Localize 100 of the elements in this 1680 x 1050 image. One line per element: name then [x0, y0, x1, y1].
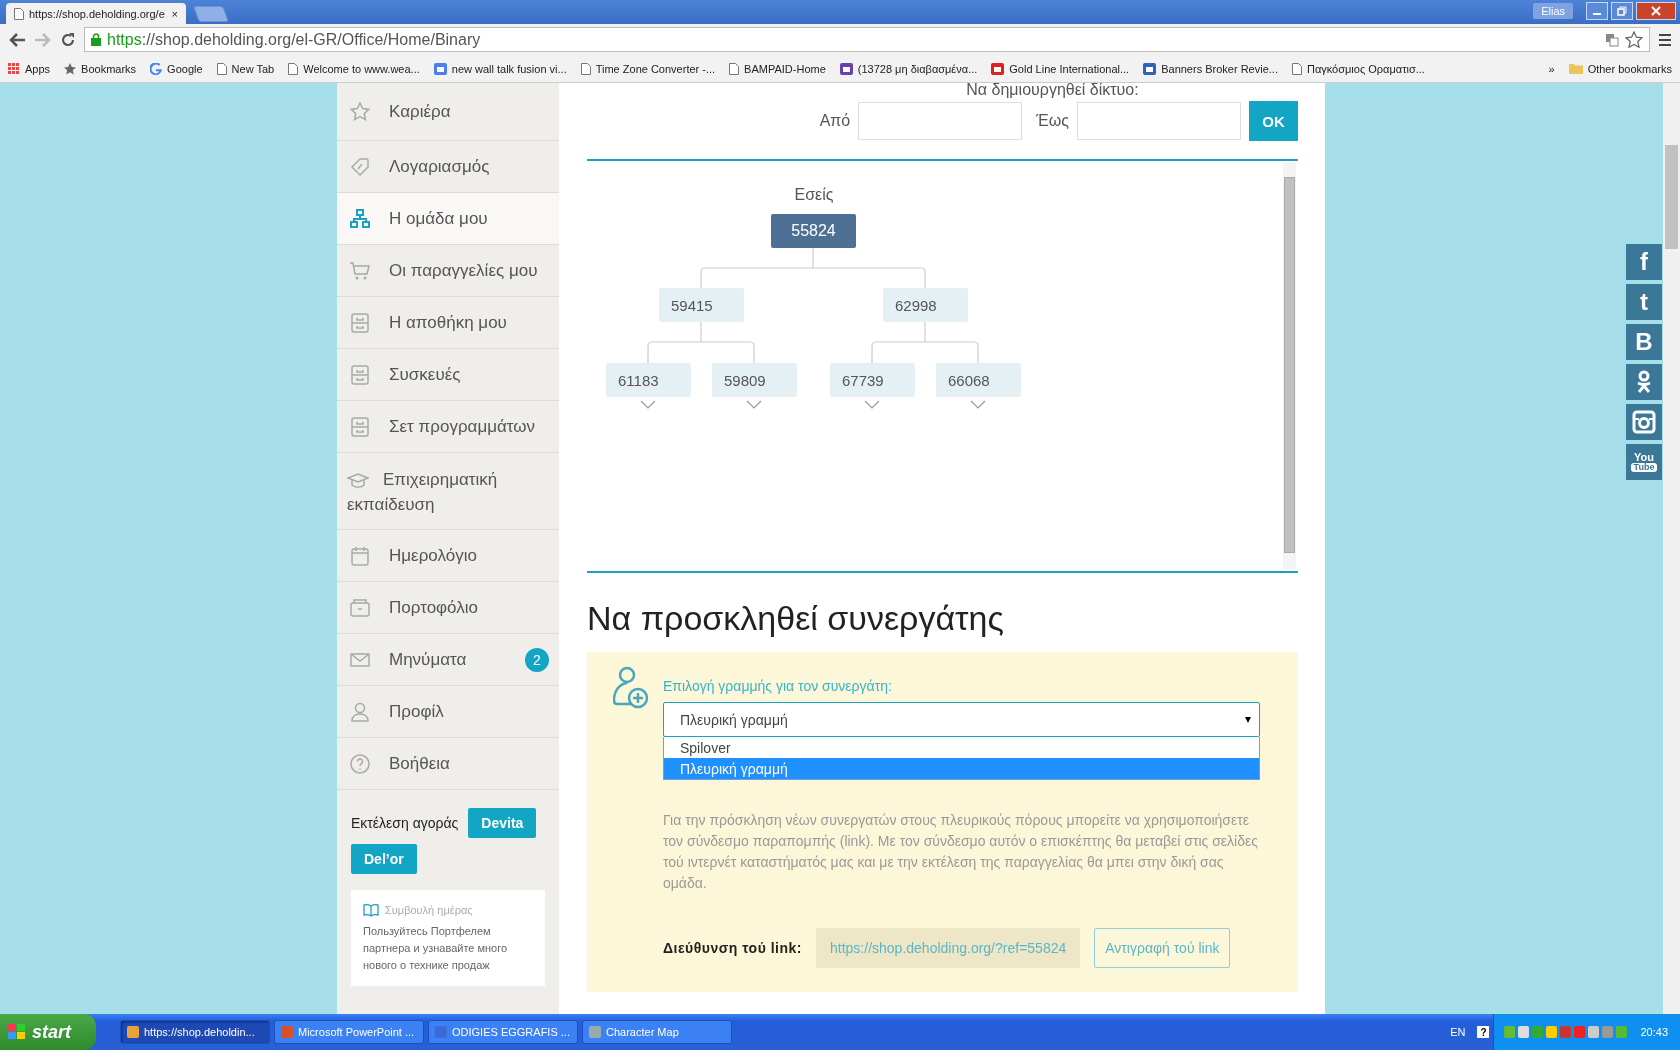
count-badge: 2	[525, 647, 549, 672]
bookmark-link[interactable]: BAMPAID-Home	[744, 62, 826, 75]
taskbar-button[interactable]: Character Map	[582, 1020, 732, 1044]
help-button[interactable]: ?	[1477, 1026, 1490, 1038]
line-select[interactable]: Πλευρική γραμμή	[663, 702, 1260, 737]
page-icon	[1291, 62, 1302, 75]
taskbar-button[interactable]: https://shop.deholdin...	[120, 1020, 270, 1044]
star-icon[interactable]	[1625, 31, 1643, 48]
bookmark-link[interactable]: Bookmarks	[81, 62, 137, 75]
bookmark-link[interactable]: New Tab	[231, 62, 275, 75]
social-button[interactable]: B	[1626, 324, 1662, 360]
translate-icon[interactable]	[1605, 32, 1619, 47]
bookmark-link[interactable]: Banners Broker Revie...	[1161, 62, 1278, 75]
camera-icon	[1632, 410, 1656, 434]
tag-icon	[349, 155, 371, 178]
page-icon	[216, 62, 227, 75]
tip-text: Пользуйтесь Портфелем партнера и узнавайте много нового о технике продаж	[363, 924, 509, 973]
app-icon	[127, 1026, 139, 1038]
drawer-icon	[349, 311, 371, 334]
purchase-label: Εκτέλεση αγοράς	[351, 815, 459, 831]
google-icon	[150, 62, 163, 75]
bookmark-link[interactable]: (13728 μη διαβασμένα...	[857, 62, 978, 75]
site-icon	[1143, 62, 1157, 75]
site-icon	[433, 62, 447, 75]
help-icon	[349, 752, 371, 775]
star-icon	[64, 62, 77, 75]
sidebar-item[interactable]: Μηνύματα 2	[337, 634, 559, 686]
minimize-icon[interactable]	[1586, 2, 1608, 20]
link-label: Διεύθυνση τού link:	[663, 940, 802, 956]
lock-icon	[91, 33, 101, 46]
back-icon[interactable]	[8, 31, 26, 48]
social-button[interactable]	[1626, 404, 1662, 440]
dropdown-option[interactable]: Spilover	[664, 737, 1259, 758]
taskbar-button[interactable]: ODIGIES EGGRAFIS ...	[428, 1020, 578, 1044]
tree-node[interactable]: 59415	[659, 288, 744, 322]
app-icon	[589, 1026, 601, 1038]
more-bookmarks-button[interactable]: »	[1548, 62, 1555, 75]
tab-close[interactable]: ×	[171, 7, 178, 20]
social-button[interactable]: t	[1626, 284, 1662, 320]
address-bar[interactable]: https://shop.deholding.org/el-GR/Office/Home/Binary	[84, 27, 1650, 52]
bookmark-link[interactable]: Time Zone Converter -...	[595, 62, 716, 75]
from-label: Από	[819, 112, 851, 130]
bookmark-link[interactable]: Google	[167, 62, 203, 75]
tree-node[interactable]: 66068	[936, 363, 1021, 397]
app-icon	[281, 1026, 293, 1038]
language-indicator[interactable]: EN	[1450, 1026, 1466, 1038]
taskbar-button[interactable]: Microsoft PowerPoint ...	[274, 1020, 424, 1044]
invite-heading: Να προσκληθεί συνεργάτης	[587, 599, 1005, 638]
drawer-icon	[349, 363, 371, 386]
chevron-down-icon[interactable]	[970, 400, 986, 409]
tree-node[interactable]: 67739	[830, 363, 915, 397]
person-icon	[349, 700, 371, 723]
social-button[interactable]: You Tube	[1626, 444, 1662, 480]
browser-tab[interactable]: https://shop.deholding.org/e ×	[6, 3, 186, 24]
social-button[interactable]: f	[1626, 244, 1662, 280]
social-button[interactable]	[1626, 364, 1662, 400]
chevron-down-icon[interactable]	[640, 400, 656, 409]
section-heading: Να δημιουργηθεί δίκτυο:	[965, 83, 1140, 99]
bookmark-link[interactable]: Gold Line International...	[1009, 62, 1130, 75]
tree-node[interactable]: 55824	[771, 214, 856, 248]
odnoklassniki-icon	[1636, 370, 1652, 394]
cart-icon	[349, 259, 371, 282]
page-icon	[14, 7, 24, 20]
page-icon	[288, 62, 299, 75]
start-button[interactable]: start	[0, 1014, 96, 1050]
to-field[interactable]	[1077, 102, 1241, 140]
clock: 20:43	[1640, 1026, 1668, 1038]
app-icon	[435, 1026, 447, 1038]
bookmark-link[interactable]: new wall talk fusion vi...	[451, 62, 567, 75]
select-label: Επιλογή γραμμής για τον συνεργάτη:	[663, 678, 893, 694]
star-icon	[349, 100, 371, 123]
hierarchy-icon	[349, 207, 371, 230]
bookmark-link[interactable]: Welcome to www.wea...	[303, 62, 420, 75]
bookmark-link[interactable]: Apps	[25, 62, 51, 75]
forward-icon[interactable]	[34, 31, 52, 48]
reload-icon[interactable]	[60, 31, 76, 48]
new-tab-button[interactable]	[193, 6, 229, 22]
scrollbar[interactable]	[1283, 163, 1296, 569]
sidebar-item[interactable]: Η ομάδα μου	[337, 193, 559, 245]
tree-node[interactable]: 62998	[883, 288, 968, 322]
page-icon	[729, 62, 740, 75]
bookmark-link[interactable]: Παγκόσμιος Οραματισ...	[1306, 62, 1425, 75]
restore-icon[interactable]	[1611, 2, 1633, 20]
calendar-icon	[349, 544, 371, 567]
menu-icon[interactable]	[1658, 32, 1672, 47]
tree-node[interactable]: 61183	[606, 363, 691, 397]
windows-logo-icon	[8, 1024, 26, 1040]
from-field[interactable]	[858, 102, 1023, 140]
wallet-icon	[349, 596, 371, 619]
bookmark-link[interactable]: Other bookmarks	[1587, 62, 1672, 75]
chevron-down-icon[interactable]	[746, 400, 762, 409]
you-label: Εσείς	[793, 186, 835, 204]
tab-title: https://shop.deholding.org/e	[29, 7, 166, 20]
tree-node[interactable]: 59809	[712, 363, 797, 397]
page-scrollbar[interactable]	[1663, 83, 1680, 1014]
chevron-down-icon[interactable]	[864, 400, 880, 409]
description-text: Για την πρόσκληση νέων συνεργατών στους πλευρικούς πόρους μπορείτε να χρησιμοποιήσετε τον σύνδεσμο παραπομπής (link). Με τον σύνδεσμο αυτόν ο επισκέπτης θα μεταβεί στις σελίδες τού ιντερνέτ καταστήματός μας και με την εκτέλεση της παραγγελίας θα μπει στην δική σας ομάδα.	[663, 811, 1259, 893]
close-icon[interactable]	[1636, 2, 1676, 20]
drawer-icon	[349, 415, 371, 438]
tip-title: Συμβουλή ημέρας	[385, 903, 473, 918]
